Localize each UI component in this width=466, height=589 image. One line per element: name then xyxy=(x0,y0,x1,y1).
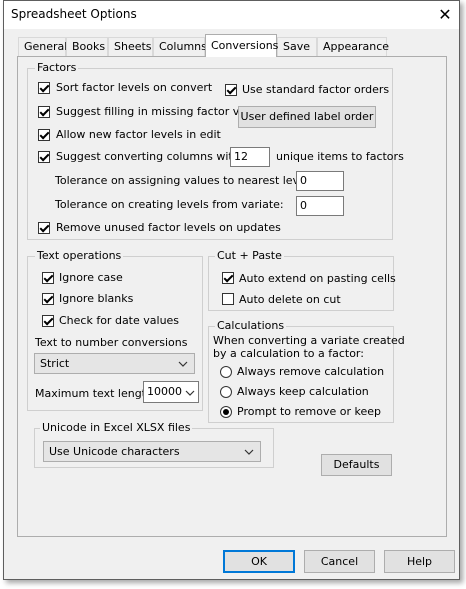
spreadsheet-options-dialog: Spreadsheet Options ✕ General Books Shee… xyxy=(3,0,460,580)
max-text-length-value: 10000 xyxy=(147,385,182,398)
tab-save[interactable]: Save xyxy=(277,37,317,56)
unique-items-suffix-label: unique items to factors xyxy=(276,150,404,163)
ignore-blanks-checkbox[interactable] xyxy=(42,293,54,305)
auto-extend-checkbox[interactable] xyxy=(222,272,234,284)
text-to-number-value: Strict xyxy=(40,357,70,370)
max-text-length-label: Maximum text length: xyxy=(35,387,157,400)
check-dates-checkbox[interactable] xyxy=(42,315,54,327)
calculations-desc-line1: When converting a variate created xyxy=(213,334,405,347)
ignore-blanks-label: Ignore blanks xyxy=(59,292,134,305)
unicode-select[interactable]: Use Unicode characters xyxy=(43,441,261,462)
ok-button[interactable]: OK xyxy=(223,550,295,573)
unique-items-input[interactable]: 12 xyxy=(230,147,270,167)
allow-new-levels-checkbox[interactable] xyxy=(38,129,50,141)
auto-extend-label: Auto extend on pasting cells xyxy=(239,272,396,285)
unicode-title: Unicode in Excel XLSX files xyxy=(40,421,193,434)
tab-books[interactable]: Books xyxy=(66,37,108,56)
standard-factor-orders-checkbox[interactable] xyxy=(225,84,237,96)
ignore-case-label: Ignore case xyxy=(59,271,123,284)
tolerance-create-input[interactable]: 0 xyxy=(296,196,344,216)
suggest-converting-checkbox[interactable] xyxy=(38,151,50,163)
tab-columns[interactable]: Columns xyxy=(153,37,207,56)
unicode-value: Use Unicode characters xyxy=(49,445,180,458)
chevron-down-icon xyxy=(185,390,195,396)
defaults-button[interactable]: Defaults xyxy=(321,454,392,476)
remove-unused-levels-label: Remove unused factor levels on updates xyxy=(56,221,281,234)
tab-conversions[interactable]: Conversions xyxy=(205,34,278,57)
chevron-down-icon xyxy=(244,449,254,455)
auto-delete-label: Auto delete on cut xyxy=(239,293,341,306)
prompt-remove-keep-label: Prompt to remove or keep xyxy=(237,405,382,418)
auto-delete-checkbox[interactable] xyxy=(222,293,234,305)
always-remove-label: Always remove calculation xyxy=(237,365,385,378)
ignore-case-checkbox[interactable] xyxy=(42,272,54,284)
calculations-desc-line2: by a calculation to a factor: xyxy=(213,347,364,360)
cut-paste-title: Cut + Paste xyxy=(215,249,284,262)
tolerance-create-label: Tolerance on creating levels from variat… xyxy=(55,198,284,211)
sort-factor-levels-checkbox[interactable] xyxy=(38,82,50,94)
close-icon[interactable]: ✕ xyxy=(434,4,456,26)
calculations-title: Calculations xyxy=(215,319,287,332)
title-bar: Spreadsheet Options ✕ xyxy=(4,1,459,29)
text-to-number-select[interactable]: Strict xyxy=(34,353,195,374)
user-defined-label-order-button[interactable]: User defined label order xyxy=(238,106,376,128)
always-keep-radio[interactable] xyxy=(220,386,232,398)
always-keep-label: Always keep calculation xyxy=(237,385,369,398)
allow-new-levels-label: Allow new factor levels in edit xyxy=(56,128,221,141)
cancel-button[interactable]: Cancel xyxy=(304,550,375,573)
suggest-filling-checkbox[interactable] xyxy=(38,106,50,118)
check-dates-label: Check for date values xyxy=(59,314,180,327)
chevron-down-icon xyxy=(178,361,188,367)
text-operations-title: Text operations xyxy=(35,249,124,262)
help-button[interactable]: Help xyxy=(384,550,455,573)
text-to-number-label: Text to number conversions xyxy=(35,336,188,349)
remove-unused-levels-checkbox[interactable] xyxy=(38,222,50,234)
factors-group-title: Factors xyxy=(35,61,79,74)
tolerance-assign-label: Tolerance on assigning values to nearest… xyxy=(55,174,313,187)
sort-factor-levels-label: Sort factor levels on convert xyxy=(56,81,213,94)
suggest-filling-label: Suggest filling in missing factor values xyxy=(56,105,269,118)
tolerance-assign-input[interactable]: 0 xyxy=(296,171,344,191)
prompt-remove-keep-radio[interactable] xyxy=(220,406,232,418)
tab-appearance[interactable]: Appearance xyxy=(317,37,389,56)
window-title: Spreadsheet Options xyxy=(11,7,137,21)
standard-factor-orders-label: Use standard factor orders xyxy=(242,83,390,96)
always-remove-radio[interactable] xyxy=(220,366,232,378)
tab-general[interactable]: General xyxy=(18,37,67,56)
tab-sheets[interactable]: Sheets xyxy=(108,37,153,56)
max-text-length-select[interactable]: 10000 xyxy=(143,381,199,403)
